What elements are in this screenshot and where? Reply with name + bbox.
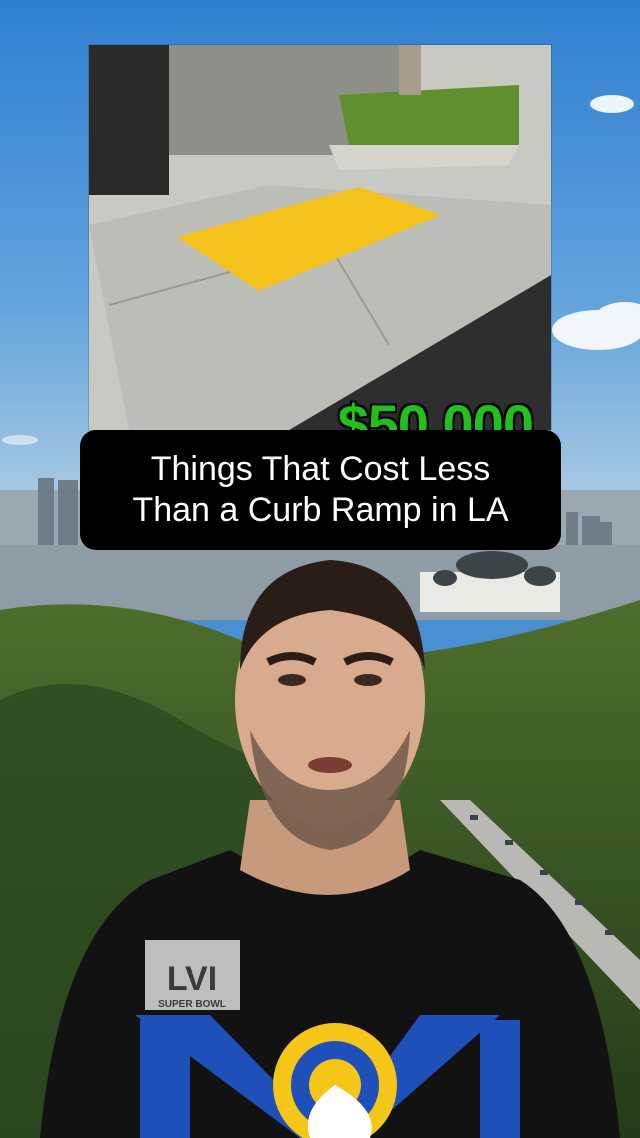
caption-box: Things That Cost Less Than a Curb Ramp i…	[80, 430, 561, 550]
price-label: $50,000	[336, 393, 535, 430]
presenter: LVI SUPER BOWL	[40, 560, 620, 1138]
super-bowl-text: SUPER BOWL	[158, 999, 226, 1010]
curb-ramp-photo: $50,000	[89, 45, 551, 430]
super-bowl-numeral: LVI	[167, 960, 217, 998]
caption-line-1: Things That Cost Less	[150, 450, 491, 488]
super-bowl-logo: LVI SUPER BOWL	[145, 940, 240, 1010]
caption-line-2: Than a Curb Ramp in LA	[132, 491, 509, 529]
curb-ramp-image	[89, 45, 551, 430]
